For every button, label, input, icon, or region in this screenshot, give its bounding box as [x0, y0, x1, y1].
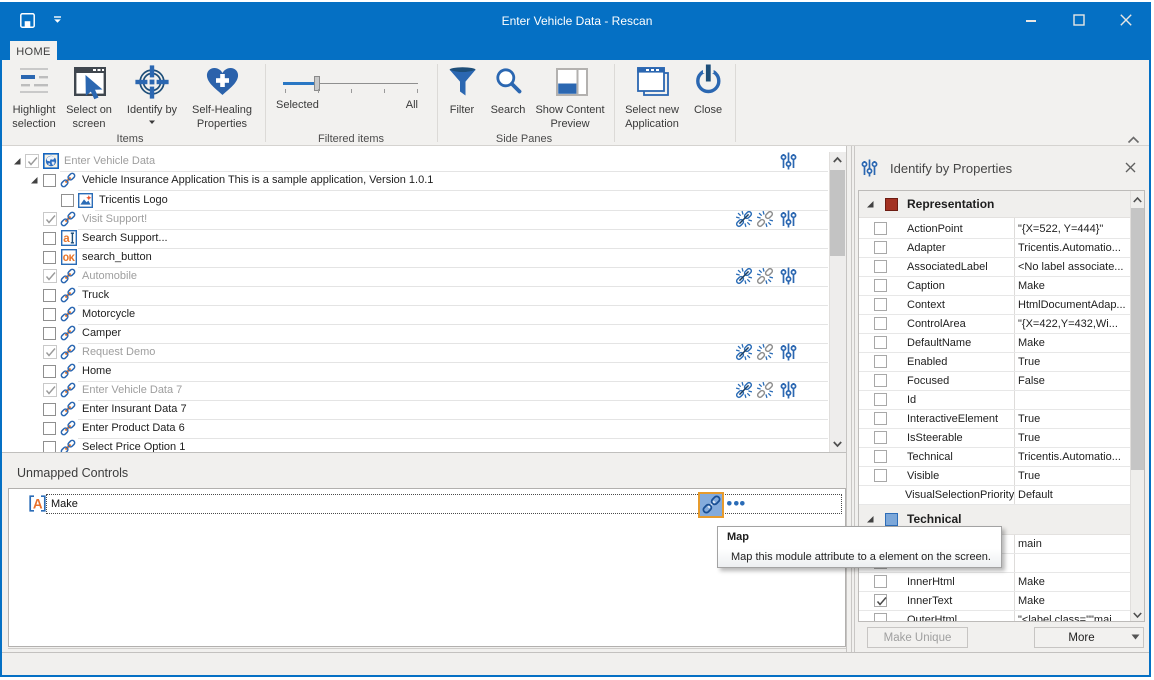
svg-text:A: A — [33, 497, 43, 512]
svg-text:OK: OK — [63, 253, 76, 265]
svg-text:a: a — [63, 233, 70, 245]
